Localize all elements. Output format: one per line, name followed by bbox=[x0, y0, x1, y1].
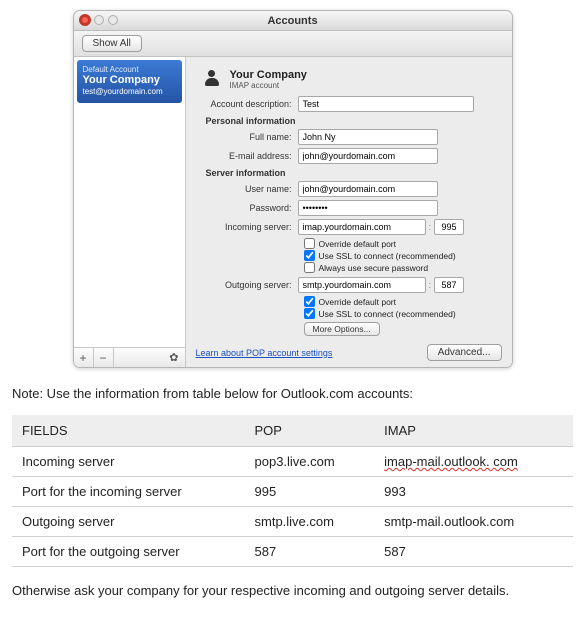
gear-icon[interactable]: ✿ bbox=[169, 351, 178, 364]
table-row: Port for the outgoing server587587 bbox=[12, 537, 573, 567]
account-header: Your Company IMAP account bbox=[196, 65, 502, 96]
outgoing-port-field[interactable] bbox=[434, 277, 464, 293]
fullname-field[interactable] bbox=[298, 129, 438, 145]
cell-pop: 995 bbox=[245, 477, 375, 507]
remove-account-button[interactable]: − bbox=[94, 348, 114, 367]
label-outgoing: Outgoing server: bbox=[196, 280, 298, 290]
cell-pop: 587 bbox=[245, 537, 375, 567]
label-description: Account description: bbox=[196, 99, 298, 109]
table-row: Outgoing serversmtp.live.comsmtp-mail.ou… bbox=[12, 507, 573, 537]
traffic-lights bbox=[80, 15, 118, 25]
account-form: Your Company IMAP account Account descri… bbox=[186, 57, 512, 367]
password-field[interactable] bbox=[298, 200, 438, 216]
section-server: Server information bbox=[196, 168, 502, 178]
outgoing-ssl-checkbox[interactable] bbox=[304, 308, 315, 319]
incoming-ssl-checkbox[interactable] bbox=[304, 250, 315, 261]
table-row: Incoming serverpop3.live.comimap-mail.ou… bbox=[12, 447, 573, 477]
label-fullname: Full name: bbox=[196, 132, 298, 142]
close-icon[interactable] bbox=[80, 15, 90, 25]
incoming-port-field[interactable] bbox=[434, 219, 464, 235]
default-account-label: Default Account bbox=[83, 65, 176, 74]
description-field[interactable] bbox=[298, 96, 474, 112]
more-options-button[interactable]: More Options... bbox=[304, 322, 380, 336]
sidebar-footer: + − ✿ bbox=[74, 347, 185, 367]
label-password: Password: bbox=[196, 203, 298, 213]
accounts-sidebar: Default Account Your Company test@yourdo… bbox=[74, 57, 186, 367]
add-account-button[interactable]: + bbox=[74, 348, 94, 367]
outgoing-override-port-checkbox[interactable] bbox=[304, 296, 315, 307]
titlebar: Accounts bbox=[74, 11, 512, 31]
cell-imap: 587 bbox=[374, 537, 573, 567]
note-text: Note: Use the information from table bel… bbox=[12, 386, 573, 401]
show-all-button[interactable]: Show All bbox=[82, 35, 142, 52]
label-email: E-mail address: bbox=[196, 151, 298, 161]
sidebar-account-email: test@yourdomain.com bbox=[83, 87, 176, 96]
label-incoming: Incoming server: bbox=[196, 222, 298, 232]
label-username: User name: bbox=[196, 184, 298, 194]
toolbar: Show All bbox=[74, 31, 512, 57]
cell-field: Incoming server bbox=[12, 447, 245, 477]
outgoing-ssl-label: Use SSL to connect (recommended) bbox=[319, 309, 456, 319]
footnote-text: Otherwise ask your company for your resp… bbox=[12, 583, 573, 598]
server-info-table: FIELDS POP IMAP Incoming serverpop3.live… bbox=[12, 415, 573, 567]
zoom-icon[interactable] bbox=[108, 15, 118, 25]
cell-pop: pop3.live.com bbox=[245, 447, 375, 477]
incoming-override-label: Override default port bbox=[319, 239, 396, 249]
window-title: Accounts bbox=[74, 11, 512, 31]
outgoing-override-label: Override default port bbox=[319, 297, 396, 307]
th-pop: POP bbox=[245, 415, 375, 447]
sidebar-account-name: Your Company bbox=[83, 74, 176, 87]
cell-imap: 993 bbox=[374, 477, 573, 507]
table-row: Port for the incoming server995993 bbox=[12, 477, 573, 507]
incoming-ssl-label: Use SSL to connect (recommended) bbox=[319, 251, 456, 261]
cell-field: Port for the outgoing server bbox=[12, 537, 245, 567]
incoming-securepass-checkbox[interactable] bbox=[304, 262, 315, 273]
incoming-securepass-label: Always use secure password bbox=[319, 263, 429, 273]
incoming-override-port-checkbox[interactable] bbox=[304, 238, 315, 249]
section-personal: Personal information bbox=[196, 116, 502, 126]
incoming-server-field[interactable] bbox=[298, 219, 426, 235]
cell-pop: smtp.live.com bbox=[245, 507, 375, 537]
cell-field: Outgoing server bbox=[12, 507, 245, 537]
advanced-button[interactable]: Advanced... bbox=[427, 344, 502, 361]
avatar-icon bbox=[202, 70, 222, 90]
sidebar-account-card[interactable]: Default Account Your Company test@yourdo… bbox=[77, 60, 182, 103]
account-name: Your Company bbox=[230, 69, 307, 81]
outgoing-server-field[interactable] bbox=[298, 277, 426, 293]
accounts-window: Accounts Show All Default Account Your C… bbox=[73, 10, 513, 368]
cell-imap: smtp-mail.outlook.com bbox=[374, 507, 573, 537]
th-fields: FIELDS bbox=[12, 415, 245, 447]
account-type: IMAP account bbox=[230, 81, 307, 90]
email-field[interactable] bbox=[298, 148, 438, 164]
cell-field: Port for the incoming server bbox=[12, 477, 245, 507]
minimize-icon[interactable] bbox=[94, 15, 104, 25]
learn-pop-link[interactable]: Learn about POP account settings bbox=[196, 348, 333, 358]
cell-imap: imap-mail.outlook. com bbox=[374, 447, 573, 477]
username-field[interactable] bbox=[298, 181, 438, 197]
th-imap: IMAP bbox=[374, 415, 573, 447]
